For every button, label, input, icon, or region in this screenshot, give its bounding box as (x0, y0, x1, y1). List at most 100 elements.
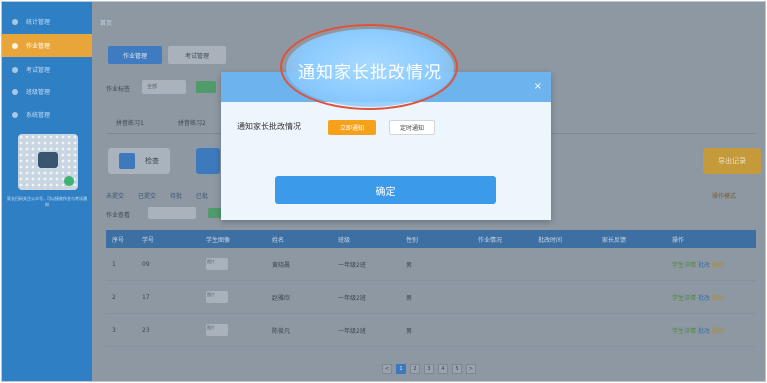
sidebar-item-label: 考试管理 (26, 67, 51, 74)
sidebar-item-class[interactable]: 班级管理 (2, 80, 92, 103)
homework-select[interactable] (148, 207, 196, 219)
close-icon[interactable]: × (534, 81, 542, 93)
sidebar-item-homework[interactable]: 作业管理 (2, 34, 92, 57)
stats-icon (12, 18, 18, 25)
table-row: 1 09 图片 黄晓晨 一年级2班 男 学生详情 批改 删除 (106, 248, 756, 281)
status-pending[interactable]: 待批 (170, 193, 182, 200)
col-header: 家长反馈 (602, 236, 627, 244)
cell-img: 图片 (200, 291, 266, 303)
subtab-2[interactable]: 拼音练习2 (178, 118, 206, 127)
cell-class: 一年级2班 (338, 327, 366, 335)
cell-no: 1 (112, 260, 116, 268)
col-header: 性别 (406, 236, 419, 244)
cell-sid: 09 (142, 260, 150, 268)
cell-sid: 17 (142, 293, 150, 301)
col-header: 批改时间 (538, 236, 563, 244)
detail-link[interactable]: 学生详情 (672, 328, 696, 335)
cell-sex: 男 (406, 261, 413, 269)
delete-link[interactable]: 删除 (712, 295, 724, 302)
pagination: < 1 2 3 4 5 > (382, 364, 480, 374)
exam-icon (12, 66, 18, 73)
row-actions: 学生详情 批改 删除 (666, 260, 756, 269)
settings-icon (12, 111, 18, 118)
check-label: 检查 (145, 157, 159, 165)
subtab-1[interactable]: 拼音练习1 (116, 118, 144, 127)
student-image: 图片 (206, 324, 228, 336)
dialog-title: 通知家长批改情况 (298, 63, 442, 83)
qr-code (18, 134, 78, 190)
tab-exam[interactable]: 考试管理 (168, 46, 226, 64)
table-header: 序号 学号 学生图像 姓名 班级 性别 作业情况 批改时间 家长反馈 操作 (106, 230, 756, 248)
sidebar-item-label: 作业管理 (26, 43, 51, 50)
notify-now-button[interactable]: 立即通知 (328, 120, 376, 135)
sidebar-item-exam[interactable]: 考试管理 (2, 58, 92, 81)
check-button[interactable]: 检查 (108, 148, 170, 174)
edit-link[interactable]: 批改 (698, 328, 710, 335)
confirm-button[interactable]: 确定 (275, 176, 496, 204)
col-header: 作业情况 (478, 236, 503, 244)
student-table: 序号 学号 学生图像 姓名 班级 性别 作业情况 批改时间 家长反馈 操作 1 … (106, 230, 756, 347)
page-5[interactable]: 5 (452, 364, 462, 374)
page-next[interactable]: > (466, 364, 476, 374)
class-icon (12, 88, 18, 95)
col-header: 姓名 (272, 236, 285, 244)
notify-option-label: 通知家长批改情况 (237, 122, 301, 131)
status-submitted[interactable]: 已提交 (138, 193, 156, 200)
sidebar: 统计管理 作业管理 考试管理 班级管理 系统管理 家长扫码关注公众号，可以接收作… (2, 2, 92, 381)
col-header: 学生图像 (206, 236, 231, 244)
filter-select[interactable]: 全部 (142, 80, 186, 94)
cell-img: 图片 (200, 258, 266, 270)
cell-class: 一年级2班 (338, 294, 366, 302)
monitor-button[interactable] (196, 148, 220, 174)
status-done[interactable]: 已批 (196, 193, 208, 200)
delete-link[interactable]: 删除 (712, 262, 724, 269)
dialog-body: 通知家长批改情况 立即通知 定时通知 确定 (221, 102, 551, 220)
col-header: 班级 (338, 236, 351, 244)
cell-no: 3 (112, 326, 116, 334)
sidebar-item-label: 班级管理 (26, 89, 51, 96)
status-unsubmitted[interactable]: 未提交 (106, 193, 124, 200)
page-1[interactable]: 1 (396, 364, 406, 374)
table-row: 3 23 图片 陈俊凡 一年级2班 男 学生详情 批改 删除 (106, 314, 756, 347)
sidebar-item-system[interactable]: 系统管理 (2, 103, 92, 126)
col-header: 学号 (142, 236, 155, 244)
sidebar-item-stats[interactable]: 统计管理 (2, 10, 92, 33)
cell-sex: 男 (406, 294, 413, 302)
checklist-icon (119, 153, 135, 169)
edit-link[interactable]: 批改 (698, 262, 710, 269)
tab-homework[interactable]: 作业管理 (108, 46, 162, 64)
page-3[interactable]: 3 (424, 364, 434, 374)
cell-sid: 23 (142, 326, 150, 334)
cell-name: 黄晓晨 (272, 261, 291, 269)
edit-link[interactable]: 批改 (698, 295, 710, 302)
breadcrumb[interactable]: 首页 (100, 18, 112, 27)
homework-label: 作业查看 (106, 212, 131, 219)
row-actions: 学生详情 批改 删除 (666, 293, 756, 302)
export-button[interactable]: 导出记录 (703, 148, 761, 174)
student-image: 图片 (206, 291, 228, 303)
filter-search-button[interactable] (196, 81, 216, 93)
notify-scheduled-button[interactable]: 定时通知 (389, 120, 435, 135)
row-actions: 学生详情 批改 删除 (666, 326, 756, 335)
page-2[interactable]: 2 (410, 364, 420, 374)
table-row: 2 17 图片 赵雅欣 一年级2班 男 学生详情 批改 删除 (106, 281, 756, 314)
cell-sex: 男 (406, 327, 413, 335)
sidebar-item-label: 统计管理 (26, 19, 51, 26)
col-header: 序号 (112, 236, 125, 244)
homework-icon (12, 42, 18, 49)
mode-link[interactable]: 操作模式 (712, 191, 736, 200)
cell-img: 图片 (200, 324, 266, 336)
page-4[interactable]: 4 (438, 364, 448, 374)
cell-name: 赵雅欣 (272, 294, 291, 302)
sidebar-item-label: 系统管理 (26, 112, 51, 119)
screenshot-frame: 统计管理 作业管理 考试管理 班级管理 系统管理 家长扫码关注公众号，可以接收作… (1, 1, 766, 382)
delete-link[interactable]: 删除 (712, 328, 724, 335)
check-badge-icon (64, 176, 74, 186)
detail-link[interactable]: 学生详情 (672, 295, 696, 302)
page-prev[interactable]: < (382, 364, 392, 374)
car-icon (38, 152, 58, 168)
col-header: 操作 (672, 236, 685, 244)
detail-link[interactable]: 学生详情 (672, 262, 696, 269)
student-image: 图片 (206, 258, 228, 270)
cell-no: 2 (112, 293, 116, 301)
